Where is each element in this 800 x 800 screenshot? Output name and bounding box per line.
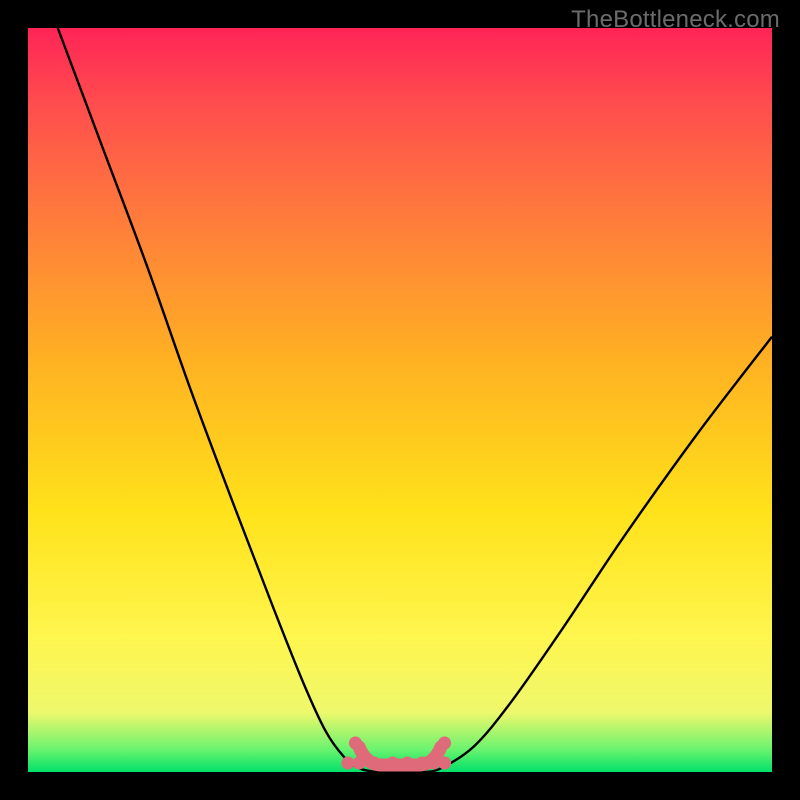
optimum-marker — [353, 757, 366, 770]
figure-root: TheBottleneck.com — [0, 0, 800, 800]
optimum-marker — [386, 757, 399, 770]
optimum-marker — [349, 737, 362, 750]
optimum-marker — [368, 757, 381, 770]
optimum-marker — [341, 757, 354, 770]
optimum-marker — [401, 757, 414, 770]
bottleneck-chart — [28, 28, 772, 772]
optimum-marker — [438, 757, 451, 770]
plot-area — [28, 28, 772, 772]
optimum-marker — [438, 737, 451, 750]
optimum-marker — [427, 757, 440, 770]
optimum-marker — [416, 757, 429, 770]
severity-gradient-background — [28, 28, 772, 772]
